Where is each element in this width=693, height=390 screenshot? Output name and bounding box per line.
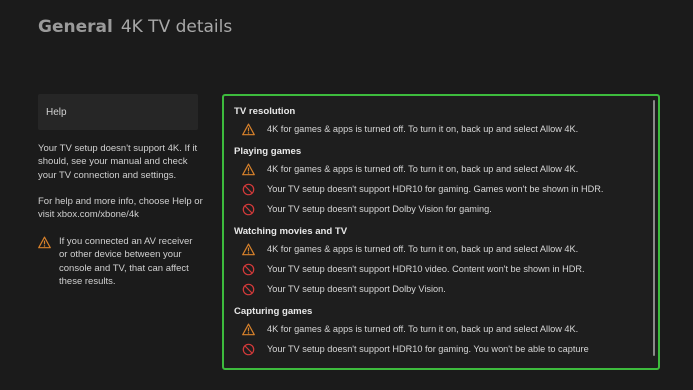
help-button[interactable]: Help (38, 94, 198, 130)
item-text: Your TV setup doesn't support HDR10 vide… (267, 264, 585, 274)
warning-icon (242, 323, 255, 335)
help-info-message: For help and more info, choose Help or v… (38, 196, 203, 221)
list-item: Your TV setup doesn't support HDR10 for … (234, 179, 644, 199)
tv-details-list: TV resolution 4K for games & apps is turn… (234, 105, 644, 365)
breadcrumb-section: General (38, 17, 113, 37)
section-capturing-games: Capturing games 4K for games & apps is tu… (234, 305, 644, 359)
blocked-icon (242, 343, 255, 355)
item-text: Your TV setup doesn't support Dolby Visi… (267, 284, 446, 294)
warning-icon (242, 163, 255, 175)
section-tv-resolution: TV resolution 4K for games & apps is turn… (234, 105, 644, 139)
tv-details-panel[interactable]: TV resolution 4K for games & apps is turn… (222, 94, 660, 370)
list-item: 4K for games & apps is turned off. To tu… (234, 239, 644, 259)
list-item: 4K for games & apps is turned off. To tu… (234, 319, 644, 339)
panel-scrollbar[interactable] (653, 100, 655, 356)
warning-icon (242, 123, 255, 135)
av-receiver-warning-text: If you connected an AV receiver or other… (59, 236, 193, 287)
item-text: 4K for games & apps is turned off. To tu… (267, 324, 579, 334)
blocked-icon (242, 263, 255, 275)
unsupported-4k-message: Your TV setup doesn't support 4K. If it … (38, 143, 198, 181)
section-title: Playing games (234, 146, 302, 157)
list-item: 4K for games & apps is turned off. To tu… (234, 119, 644, 139)
section-watching-movies-and-tv: Watching movies and TV 4K for games & app… (234, 225, 644, 299)
item-text: Your TV setup doesn't support HDR10 for … (267, 344, 589, 354)
item-text: 4K for games & apps is turned off. To tu… (267, 244, 579, 254)
list-item: Your TV setup doesn't support HDR10 for … (234, 339, 644, 359)
breadcrumb: General 4K TV details (38, 17, 232, 43)
list-item: Your TV setup doesn't support Dolby Visi… (234, 199, 644, 219)
item-text: 4K for games & apps is turned off. To tu… (267, 124, 579, 134)
page-title: 4K TV details (120, 17, 233, 37)
section-title: Capturing games (234, 306, 313, 317)
warning-icon (38, 236, 51, 249)
av-receiver-warning: If you connected an AV receiver or other… (38, 235, 213, 288)
list-item: Your TV setup doesn't support Dolby Visi… (234, 279, 644, 299)
blocked-icon (242, 203, 255, 215)
list-item: Your TV setup doesn't support HDR10 vide… (234, 259, 644, 279)
blocked-icon (242, 183, 255, 195)
section-playing-games: Playing games 4K for games & apps is turn… (234, 145, 644, 219)
item-text: Your TV setup doesn't support Dolby Visi… (267, 204, 492, 214)
blocked-icon (242, 283, 255, 295)
warning-icon (242, 243, 255, 255)
item-text: 4K for games & apps is turned off. To tu… (267, 164, 579, 174)
item-text: Your TV setup doesn't support HDR10 for … (267, 184, 604, 194)
help-button-label: Help (46, 106, 67, 118)
section-title: Watching movies and TV (234, 226, 348, 237)
list-item: 4K for games & apps is turned off. To tu… (234, 159, 644, 179)
section-title: TV resolution (234, 106, 296, 117)
